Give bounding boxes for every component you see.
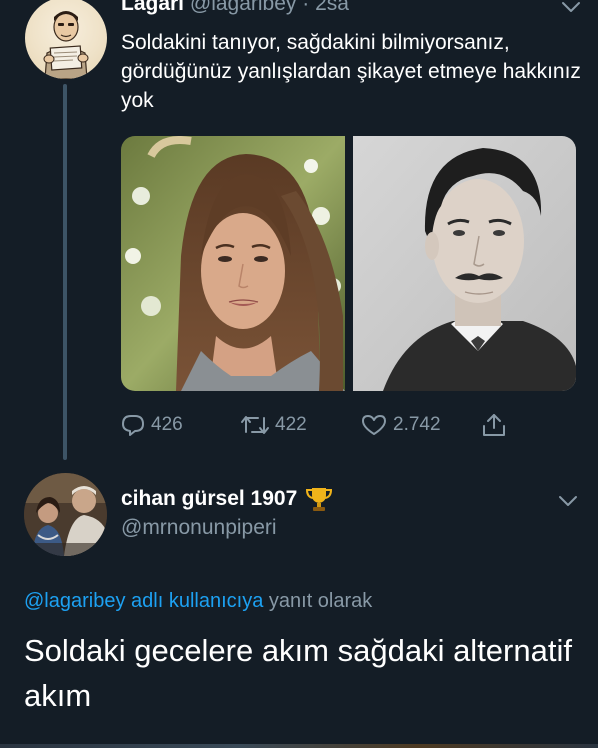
chevron-down-icon[interactable] bbox=[560, 0, 582, 14]
chevron-down-icon[interactable] bbox=[557, 494, 579, 508]
author-handle[interactable]: @lagaribey · 2sa bbox=[190, 0, 349, 15]
author-name[interactable]: cihan gürsel 1907 bbox=[121, 487, 297, 511]
tweet-text: Soldakini tanıyor, sağdakini bilmiyorsan… bbox=[121, 31, 581, 112]
reply-icon bbox=[122, 415, 144, 436]
avatar[interactable] bbox=[24, 473, 107, 556]
avatar[interactable] bbox=[25, 0, 107, 79]
avatar-photo-image bbox=[24, 473, 107, 556]
tweet-text: Soldaki gecelere akım sağdaki alternatif… bbox=[24, 633, 572, 713]
share-button[interactable] bbox=[480, 411, 513, 439]
like-count: 2.742 bbox=[393, 414, 441, 435]
tweet-actions: 426 422 2.742 bbox=[0, 411, 598, 439]
heart-icon bbox=[362, 415, 386, 435]
share-icon bbox=[483, 414, 505, 436]
retweet-count: 422 bbox=[275, 414, 307, 435]
reply-button[interactable]: 426 bbox=[120, 411, 183, 439]
author-name-row: cihan gürsel 1907 bbox=[121, 485, 333, 513]
author-name[interactable]: Lagarı bbox=[121, 0, 184, 15]
like-button[interactable]: 2.742 bbox=[360, 411, 441, 439]
replying-to-link[interactable]: @lagaribey adlı kullanıcıya bbox=[24, 590, 263, 612]
replying-to: @lagaribey adlı kullanıcıya yanıt olarak bbox=[24, 590, 372, 613]
retweet-button[interactable]: 422 bbox=[240, 411, 307, 439]
tweet-header: Lagarı @lagaribey · 2sa bbox=[121, 0, 349, 16]
trophy-icon bbox=[306, 488, 333, 511]
avatar-cartoon-image bbox=[43, 11, 89, 79]
tweet-thread-view: Lagarı @lagaribey · 2sa Soldakini tanıyo… bbox=[0, 0, 598, 748]
tweet-media[interactable] bbox=[121, 136, 576, 391]
thread-connector-line bbox=[63, 84, 67, 460]
photo-woman-portrait[interactable] bbox=[121, 136, 345, 391]
retweet-icon bbox=[241, 416, 269, 434]
replying-to-suffix: yanıt olarak bbox=[263, 590, 373, 612]
next-content-edge bbox=[0, 744, 598, 748]
reply-count: 426 bbox=[151, 414, 183, 435]
author-handle[interactable]: @mrnonunpiperi bbox=[121, 516, 277, 540]
photo-man-portrait[interactable] bbox=[353, 136, 576, 391]
